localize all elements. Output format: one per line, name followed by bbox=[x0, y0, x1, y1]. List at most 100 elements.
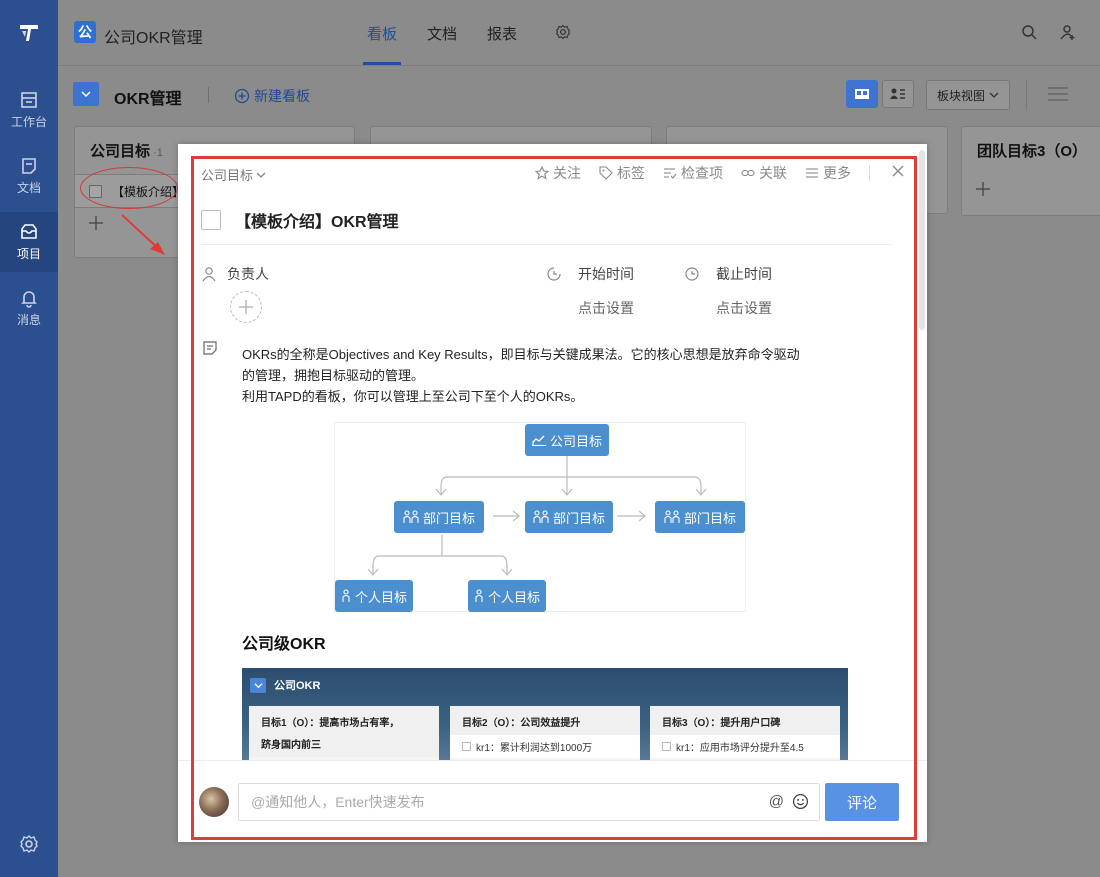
sidebar-item-workbench[interactable]: 工作台 bbox=[0, 80, 58, 140]
link-button[interactable]: 关联 bbox=[741, 163, 787, 183]
comment-input[interactable]: @通知他人，Enter快速发布 @ bbox=[238, 783, 820, 821]
start-label: 开始时间 bbox=[578, 266, 634, 282]
close-icon bbox=[892, 165, 904, 177]
tag-button[interactable]: 标签 bbox=[599, 163, 645, 183]
checklist-icon bbox=[664, 168, 677, 179]
people-icon bbox=[403, 510, 419, 523]
description[interactable]: OKRs的全称是Objectives and Key Results，即目标与关… bbox=[242, 344, 862, 407]
sidebar-item-docs[interactable]: 文档 bbox=[0, 146, 58, 206]
sidebar-item-label: 项目 bbox=[16, 247, 41, 261]
complete-checkbox[interactable] bbox=[201, 210, 221, 230]
chevron-down-icon bbox=[989, 92, 999, 98]
add-card-button[interactable] bbox=[962, 174, 1100, 207]
embed-card-title: 目标3（O）：提升用户口碑 bbox=[650, 706, 840, 735]
scrollbar[interactable] bbox=[919, 150, 925, 330]
due-time-value[interactable]: 点击设置 bbox=[716, 298, 772, 318]
diagram-node-individual: 个人目标 bbox=[468, 580, 546, 612]
tab-board[interactable]: 看板 bbox=[367, 23, 397, 44]
tab-settings[interactable] bbox=[555, 24, 571, 43]
comment-placeholder: @通知他人，Enter快速发布 bbox=[251, 794, 425, 810]
tag-icon bbox=[599, 166, 613, 180]
workbench-icon bbox=[21, 92, 37, 108]
column-count: ·1 bbox=[153, 147, 163, 159]
person-icon bbox=[475, 589, 483, 602]
gear-icon bbox=[20, 835, 38, 853]
start-time-value[interactable]: 点击设置 bbox=[578, 298, 634, 318]
sidebar-item-label: 工作台 bbox=[10, 115, 47, 129]
sidebar-item-label: 消息 bbox=[16, 313, 41, 327]
plus-icon bbox=[239, 300, 253, 314]
emoji-icon[interactable] bbox=[792, 793, 809, 810]
clock-start-icon bbox=[547, 267, 561, 281]
tapd-logo-icon[interactable] bbox=[0, 0, 58, 66]
document-icon bbox=[22, 158, 36, 174]
column-selector[interactable]: 公司目标 bbox=[201, 165, 266, 184]
chevron-down-icon bbox=[256, 172, 266, 178]
tab-reports[interactable]: 报表 bbox=[487, 23, 517, 44]
modal-toolbar: 公司目标 关注 标签 检查项 关联 更多 bbox=[201, 163, 904, 183]
divider bbox=[201, 244, 893, 245]
collapse-button[interactable] bbox=[73, 82, 99, 106]
top-header: 公 公司OKR管理 看板 文档 报表 bbox=[58, 0, 1100, 66]
new-board-label: 新建看板 bbox=[254, 88, 310, 104]
board-toolbar: OKR管理 新建看板 板块视图 bbox=[58, 66, 1100, 120]
diagram-node-department: 部门目标 bbox=[655, 501, 745, 533]
owner-field: 负责人 bbox=[201, 264, 269, 284]
member-view-toggle[interactable] bbox=[882, 80, 914, 108]
column-title: 团队目标3（O） bbox=[977, 143, 1088, 160]
sidebar-item-messages[interactable]: 消息 bbox=[0, 278, 58, 338]
new-board-button[interactable]: 新建看板 bbox=[234, 86, 310, 106]
gear-icon bbox=[555, 24, 571, 40]
clock-icon bbox=[685, 267, 699, 281]
breadcrumb: 公司目标 bbox=[201, 168, 254, 183]
bell-icon bbox=[21, 291, 37, 308]
annotation-arrow bbox=[121, 214, 165, 255]
embed-card-title: 目标1（O）：提高市场占有率， 跻身国内前三 bbox=[249, 706, 439, 757]
chevron-down-icon bbox=[81, 91, 91, 98]
card-title[interactable]: 【模板介绍】OKR管理 bbox=[235, 208, 399, 232]
section-heading: 公司级OKR bbox=[242, 636, 326, 653]
card-detail-modal: 公司目标 关注 标签 检查项 关联 更多 【模板介绍】OKR管理 负责人 开始时… bbox=[178, 144, 927, 842]
modal-actions: 关注 标签 检查项 关联 更多 bbox=[517, 163, 904, 183]
column-title: 公司目标 bbox=[90, 143, 151, 160]
app-title: 公司OKR管理 bbox=[104, 30, 203, 47]
sidebar-item-projects[interactable]: 项目 bbox=[0, 212, 58, 272]
search-icon bbox=[1022, 25, 1037, 40]
user-icon bbox=[202, 267, 216, 282]
embed-card: 目标3（O）：提升用户口碑 kr1：应用市场评分提升至4.5 bbox=[650, 706, 840, 760]
more-button[interactable]: 更多 bbox=[805, 163, 851, 183]
user-add-button[interactable] bbox=[1060, 24, 1076, 43]
plus-circle-icon bbox=[234, 88, 250, 104]
board-column: 团队目标3（O） bbox=[961, 126, 1100, 216]
hamburger-icon bbox=[1048, 87, 1068, 101]
project-icon bbox=[21, 224, 37, 239]
tab-docs[interactable]: 文档 bbox=[427, 23, 457, 44]
settings-button[interactable] bbox=[0, 820, 58, 868]
people-icon bbox=[533, 510, 549, 523]
embed-card: 目标2（O）：公司效益提升 kr1：累计利润达到1000万 bbox=[450, 706, 640, 760]
comment-button[interactable]: 评论 bbox=[825, 783, 899, 821]
view-select[interactable]: 板块视图 bbox=[926, 80, 1010, 110]
owner-label: 负责人 bbox=[227, 266, 269, 282]
people-icon bbox=[664, 510, 680, 523]
checklist-button[interactable]: 检查项 bbox=[663, 163, 723, 183]
active-tab-indicator bbox=[363, 62, 401, 65]
avatar bbox=[199, 787, 229, 817]
menu-button[interactable] bbox=[1048, 86, 1068, 105]
close-button[interactable] bbox=[892, 164, 904, 182]
user-add-icon bbox=[1060, 25, 1075, 40]
description-line: 的管理，拥抱目标驱动的管理。 bbox=[242, 368, 425, 383]
embed-header: 公司OKR bbox=[250, 677, 320, 693]
description-line: OKRs的全称是Objectives and Key Results，即目标与关… bbox=[242, 347, 800, 362]
description-icon bbox=[202, 340, 218, 359]
mention-icon[interactable]: @ bbox=[769, 793, 784, 810]
link-icon bbox=[741, 169, 755, 177]
chart-icon bbox=[531, 435, 546, 446]
add-owner-button[interactable] bbox=[230, 291, 262, 323]
star-icon bbox=[535, 166, 549, 180]
search-button[interactable] bbox=[1021, 24, 1037, 43]
follow-button[interactable]: 关注 bbox=[535, 163, 581, 183]
member-view-icon bbox=[890, 88, 905, 99]
board-view-toggle[interactable] bbox=[846, 80, 878, 108]
okr-diagram: 公司目标 部门目标 部门目标 部门目标 个人目标 个人目标 bbox=[334, 422, 746, 612]
